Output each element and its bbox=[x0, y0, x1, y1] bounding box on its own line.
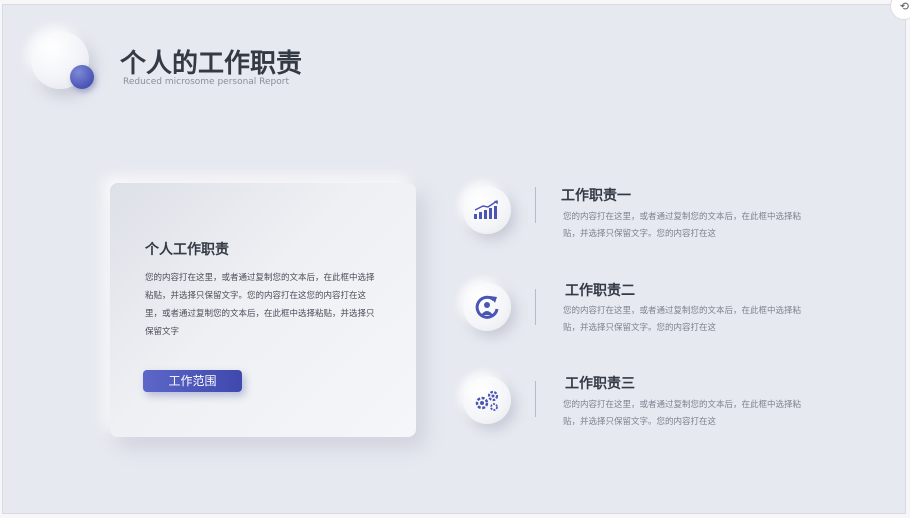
slide-canvas: 个人的工作职责 Reduced microsome personal Repor… bbox=[2, 4, 906, 514]
duty-title-3: 工作职责三 bbox=[565, 376, 635, 392]
person-cycle-icon bbox=[463, 283, 511, 331]
duty-title-1: 工作职责一 bbox=[561, 188, 631, 204]
page-title: 个人的工作职责 bbox=[120, 49, 303, 79]
growth-chart-icon bbox=[463, 186, 511, 234]
duty-divider bbox=[535, 187, 536, 223]
gears-icon bbox=[463, 376, 511, 424]
page-subtitle: Reduced microsome personal Report bbox=[123, 77, 290, 87]
work-scope-button[interactable]: 工作范围 bbox=[143, 370, 242, 392]
duty-divider bbox=[535, 381, 536, 417]
card-title: 个人工作职责 bbox=[145, 242, 229, 258]
duty-desc-1: 您的内容打在这里，或者通过复制您的文本后，在此框中选择粘贴，并选择只保留文字。您… bbox=[563, 212, 802, 239]
decor-circle-small bbox=[70, 65, 94, 89]
card-body-text: 您的内容打在这里，或者通过复制您的文本后，在此框中选择粘贴，并选择只保留文字。您… bbox=[145, 273, 375, 337]
duty-desc-2: 您的内容打在这里，或者通过复制您的文本后，在此框中选择粘贴，并选择只保留文字。您… bbox=[563, 306, 802, 333]
duty-divider bbox=[535, 289, 536, 325]
corner-tool-icon[interactable]: ⟲ bbox=[900, 0, 909, 13]
summary-card: 个人工作职责 您的内容打在这里，或者通过复制您的文本后，在此框中选择粘贴，并选择… bbox=[110, 183, 416, 437]
duty-title-2: 工作职责二 bbox=[565, 283, 635, 299]
duty-desc-3: 您的内容打在这里，或者通过复制您的文本后，在此框中选择粘贴，并选择只保留文字。您… bbox=[563, 400, 802, 427]
